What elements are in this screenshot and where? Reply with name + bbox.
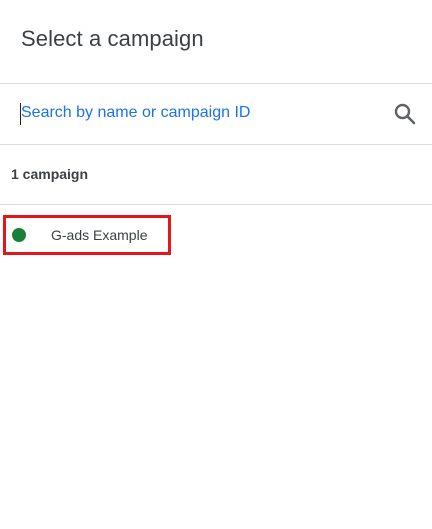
search-bar (0, 84, 432, 145)
dialog-title: Select a campaign (21, 25, 204, 51)
text-cursor (20, 103, 21, 125)
status-dot-icon (12, 228, 26, 242)
campaign-picker-panel: Select a campaign 1 campaign G-ads Examp… (0, 0, 432, 529)
dialog-header: Select a campaign (0, 0, 432, 84)
campaign-list-item[interactable]: G-ads Example (3, 215, 171, 255)
campaign-name: G-ads Example (51, 227, 148, 243)
search-icon[interactable] (392, 101, 418, 127)
results-count-row: 1 campaign (0, 145, 432, 205)
results-count: 1 campaign (11, 166, 89, 182)
search-input[interactable] (21, 104, 361, 122)
